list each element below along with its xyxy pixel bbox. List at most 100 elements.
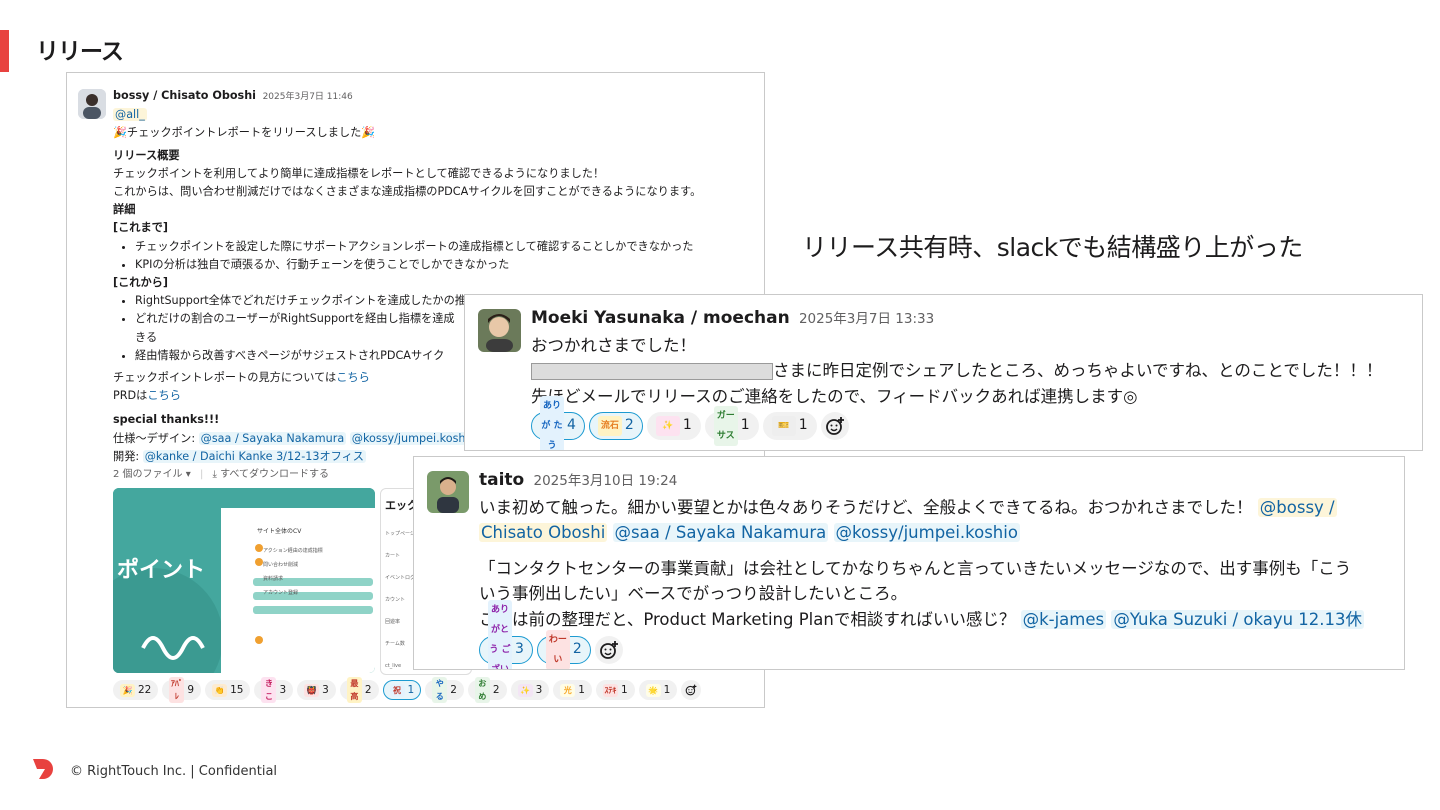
add-reaction-icon[interactable] — [820, 412, 849, 440]
reaction-emoji-icon: ガー サス — [713, 406, 738, 446]
reaction-pill[interactable]: おめ 2 — [467, 677, 507, 704]
reaction-count: 1 — [407, 684, 415, 697]
reaction-emoji-icon: おめ — [474, 677, 490, 704]
reaction-bar: 🎉 22 ｱﾊﾟﾚ 9 👏 15 きこ 3 👹 3 最高 2 祝 1 やる 2 おめ 2 ✨ 3 光 1 ｽﾃｷ 1 🌟 1 — [113, 677, 753, 704]
reaction-count: 2 — [624, 417, 634, 434]
reaction-emoji-icon: 祝 — [389, 683, 405, 697]
page-title: リリース — [36, 39, 124, 65]
reaction-pill[interactable]: 👹 3 — [297, 680, 336, 701]
guide-link[interactable]: こちら — [336, 371, 370, 384]
reaction-count: 2 — [450, 684, 457, 697]
reaction-pill[interactable]: ✨ 3 — [510, 680, 550, 701]
reaction-pill[interactable]: 光1 — [553, 680, 592, 701]
overview-text-1: チェックポイントを利用してより簡単に達成指標をレポートとして確認できるようになり… — [113, 166, 605, 180]
reaction-count: 4 — [567, 417, 576, 434]
reaction-count: 1 — [578, 684, 585, 697]
add-reaction-icon[interactable] — [594, 636, 623, 664]
reaction-count: 3 — [515, 641, 524, 658]
reaction-emoji-icon: 🎫 — [771, 416, 796, 436]
reply-message: taito 2025年3月10日 19:24 いま初めて触った。細かい要望とかは… — [413, 456, 1405, 670]
list-item: チェックポイントを設定した際にサポートアクションレポートの達成指標として確認する… — [135, 238, 753, 256]
message-header: bossy / Chisato Oboshi 2025年3月7日 11:46 — [113, 87, 753, 106]
author-name[interactable]: taito — [479, 470, 524, 490]
avatar[interactable] — [427, 471, 469, 513]
reaction-emoji-icon: 🌟 — [645, 683, 661, 697]
mention[interactable]: @saa / Sayaka Nakamura — [198, 431, 347, 445]
reaction-pill[interactable]: 👏 15 — [205, 680, 251, 701]
mention[interactable]: @Yuka Suzuki / okayu 12.13休 — [1111, 609, 1365, 629]
reaction-emoji-icon: ありがとう ございます — [488, 600, 512, 669]
reaction-emoji-icon: きこ — [261, 677, 277, 704]
message-line: Chisato Oboshi @saa / Sayaka Nakamura @k… — [479, 520, 1399, 546]
mention[interactable]: @saa / Sayaka Nakamura — [612, 523, 829, 542]
reaction-pill[interactable]: 流石 2 — [588, 412, 643, 440]
company-logo-icon — [30, 756, 56, 786]
reaction-pill[interactable]: ありがとう ございます3 — [479, 600, 533, 669]
avatar[interactable] — [78, 89, 106, 119]
timestamp[interactable]: 2025年3月7日 11:46 — [263, 92, 353, 102]
reaction-pill[interactable]: ありが たう 4 — [531, 396, 585, 450]
reaction-count: 1 — [682, 417, 692, 434]
reaction-pill[interactable]: ガー サス 1 — [704, 406, 759, 446]
reaction-emoji-icon: 👏 — [212, 683, 228, 697]
mention[interactable]: @kossy/jumpei.koshio — [349, 431, 478, 445]
reaction-pill[interactable]: 🌟 1 — [638, 680, 678, 701]
reaction-count: 3 — [279, 684, 287, 697]
reaction-count: 2 — [492, 684, 500, 697]
message-line: 先ほどメールでリリースのご連絡をしたので、フィードバックあれば連携します◎ — [531, 386, 1138, 406]
redacted-name — [531, 363, 773, 380]
mention[interactable]: @kanke / Daichi Kanke 3/12-13オフィス — [142, 449, 366, 463]
reaction-pill[interactable]: やる 2 — [425, 677, 464, 704]
details-heading: 詳細 — [113, 203, 136, 217]
prd-link[interactable]: こちら — [147, 389, 181, 402]
reaction-pill[interactable]: 祝1 — [382, 680, 422, 701]
reaction-emoji-icon: ✨ — [517, 683, 533, 697]
accent-bar — [0, 30, 9, 72]
author-name[interactable]: Moeki Yasunaka / moechan — [531, 308, 790, 328]
reaction-pill[interactable]: 🎫 1 — [762, 412, 817, 440]
message-line: さまに昨日定例でシェアしたところ、めっちゃよいですね、とのことでした！！！ — [531, 358, 1416, 384]
reaction-pill[interactable]: 🎉 22 — [113, 680, 159, 701]
reaction-count: 1 — [620, 684, 628, 697]
overview-heading: リリース概要 — [113, 148, 180, 162]
mention-all[interactable]: @all_ — [113, 108, 147, 122]
mention[interactable]: Chisato Oboshi — [479, 523, 608, 542]
mention[interactable]: @kossy/jumpei.koshio — [833, 523, 1020, 542]
mention[interactable]: @k-james — [1020, 609, 1107, 629]
reaction-count: 3 — [322, 684, 329, 697]
reaction-emoji-icon: ありが たう — [540, 396, 564, 450]
reaction-pill[interactable]: 最高 2 — [339, 677, 379, 704]
headline: 🎉チェックポイントレポートをリリースしました🎉 — [113, 126, 376, 140]
message-header: taito 2025年3月10日 19:24 — [479, 467, 1399, 495]
reaction-emoji-icon: 流石 — [597, 416, 622, 436]
reaction-pill[interactable]: きこ 3 — [254, 677, 294, 704]
reaction-count: 22 — [138, 684, 152, 697]
author-name[interactable]: bossy / Chisato Oboshi — [113, 89, 256, 102]
reaction-emoji-icon: 光 — [560, 683, 576, 697]
timestamp[interactable]: 2025年3月10日 19:24 — [533, 473, 677, 489]
reaction-pill[interactable]: ｱﾊﾟﾚ 9 — [162, 677, 202, 704]
mention[interactable]: @bossy / — [1257, 497, 1337, 517]
after-heading: [これから] — [113, 276, 168, 290]
reaction-emoji-icon: 👹 — [304, 683, 320, 697]
reaction-count: 9 — [187, 684, 195, 697]
reaction-pill[interactable]: わーい 2 — [536, 630, 591, 669]
add-reaction-icon[interactable] — [681, 680, 702, 701]
timestamp[interactable]: 2025年3月7日 13:33 — [799, 311, 934, 327]
reaction-count: 15 — [230, 684, 244, 697]
reaction-count: 1 — [740, 417, 750, 434]
footer: © RightTouch Inc. | Confidential — [30, 756, 277, 786]
thumbnail-text: ポイント — [117, 558, 206, 584]
reaction-count: 2 — [364, 684, 372, 697]
download-all-button[interactable]: ⤓ すべてダウンロードする — [213, 469, 330, 480]
avatar[interactable] — [478, 309, 521, 352]
attachment-thumbnail-1[interactable]: ポイント サイト全体のCV アクション経由の達成指標 問い合わせ削減 資料請求 … — [113, 488, 375, 674]
reaction-emoji-icon: わーい — [545, 630, 570, 669]
reaction-pill[interactable]: ✨ 1 — [646, 412, 701, 440]
reaction-bar: ありがとう ございます3わーい2 — [479, 600, 1399, 669]
reaction-emoji-icon: ✨ — [655, 416, 680, 436]
reaction-emoji-icon: 最高 — [346, 677, 362, 704]
files-toggle[interactable]: 2 個のファイル ▾ — [113, 469, 191, 480]
reaction-pill[interactable]: ｽﾃｷ 1 — [595, 680, 635, 701]
reaction-count: 2 — [572, 641, 582, 658]
